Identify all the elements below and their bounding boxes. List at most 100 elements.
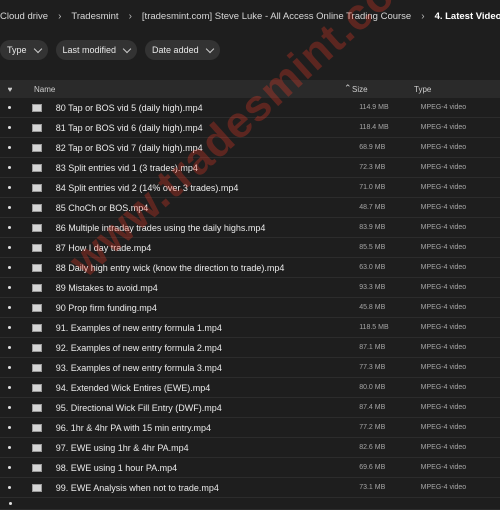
file-type: MPEG-4 video xyxy=(420,464,467,471)
video-file-icon xyxy=(31,283,42,292)
breadcrumb-tradesmint[interactable]: Tradesmint xyxy=(71,11,118,22)
file-name[interactable]: 84 Split entries vid 2 (14% over 3 trade… xyxy=(56,183,359,193)
table-row[interactable]: 82 Tap or BOS vid 7 (daily high).mp4 68.9… xyxy=(0,138,500,158)
table-row[interactable]: 98. EWE using 1 hour PA.mp4 69.6 MB MPEG-4… xyxy=(0,458,500,478)
table-row[interactable]: 92. Examples of new entry formula 2.mp4 8… xyxy=(0,338,500,358)
file-name[interactable]: 81 Tap or BOS vid 6 (daily high).mp4 xyxy=(56,123,359,133)
file-name[interactable]: 99. EWE Analysis when not to trade.mp4 xyxy=(56,483,359,493)
row-select-dot[interactable] xyxy=(0,206,20,209)
filter-date-added-button[interactable]: Date added xyxy=(145,40,220,60)
label-column-icon[interactable]: ♥ xyxy=(0,85,20,94)
file-size: 114.9 MB xyxy=(359,104,389,111)
table-row[interactable]: 93. Examples of new entry formula 3.mp4 7… xyxy=(0,358,500,378)
file-size: 48.7 MB xyxy=(359,204,386,211)
file-type: MPEG-4 video xyxy=(420,444,467,451)
row-select-dot[interactable] xyxy=(0,126,20,129)
file-name[interactable]: 90 Prop firm funding.mp4 xyxy=(56,303,359,313)
file-name[interactable]: 95. Directional Wick Fill Entry (DWF).mp… xyxy=(56,403,359,413)
file-table: ♥ Name ⌃ Size Type 80 Tap or BOS vid 5 (… xyxy=(0,80,500,510)
table-row[interactable]: 88 Daily high entry wick (know the direc… xyxy=(0,258,500,278)
row-select-dot[interactable] xyxy=(0,426,20,429)
column-header-type[interactable]: Type xyxy=(414,85,500,94)
filter-type-label: Type xyxy=(7,45,27,55)
file-type: MPEG-4 video xyxy=(420,424,467,431)
file-name[interactable]: 83 Split entries vid 1 (3 trades).mp4 xyxy=(56,163,359,173)
row-select-dot[interactable] xyxy=(0,226,20,229)
filter-last-modified-label: Last modified xyxy=(62,45,117,55)
row-select-dot[interactable] xyxy=(0,286,20,289)
column-header-size[interactable]: Size xyxy=(352,85,414,94)
row-select-dot[interactable] xyxy=(0,106,20,109)
file-size: 72.3 MB xyxy=(359,164,386,171)
row-select-dot[interactable] xyxy=(0,406,20,409)
file-name[interactable]: 89 Mistakes to avoid.mp4 xyxy=(56,283,359,293)
filter-last-modified-button[interactable]: Last modified xyxy=(55,40,138,60)
video-file-icon xyxy=(31,143,42,152)
video-file-icon xyxy=(31,443,42,452)
row-select-dot[interactable] xyxy=(0,346,20,349)
table-row[interactable]: 94. Extended Wick Entires (EWE).mp4 80.0 … xyxy=(0,378,500,398)
file-type: MPEG-4 video xyxy=(420,284,467,291)
file-type: MPEG-4 video xyxy=(420,224,467,231)
file-size: 68.9 MB xyxy=(359,144,386,151)
table-row[interactable]: 86 Multiple intraday trades using the da… xyxy=(0,218,500,238)
filter-type-button[interactable]: Type xyxy=(0,40,48,60)
table-row[interactable]: 87 How I day trade.mp4 85.5 MB MPEG-4 vide… xyxy=(0,238,500,258)
chevron-down-icon xyxy=(33,44,42,53)
row-select-dot[interactable] xyxy=(0,166,20,169)
row-select-dot[interactable] xyxy=(0,366,20,369)
file-type: MPEG-4 video xyxy=(420,344,467,351)
row-select-dot[interactable] xyxy=(0,246,20,249)
column-header-name[interactable]: Name xyxy=(34,85,352,94)
row-select-dot[interactable] xyxy=(0,386,20,389)
file-name[interactable]: 82 Tap or BOS vid 7 (daily high).mp4 xyxy=(56,143,359,153)
file-type: MPEG-4 video xyxy=(420,144,467,151)
file-name[interactable]: 98. EWE using 1 hour PA.mp4 xyxy=(56,463,359,473)
table-row[interactable]: 89 Mistakes to avoid.mp4 93.3 MB MPEG-4 vi… xyxy=(0,278,500,298)
row-select-dot[interactable] xyxy=(0,466,20,469)
table-row[interactable]: 99. EWE Analysis when not to trade.mp4 73… xyxy=(0,478,500,498)
breadcrumb-course-folder[interactable]: [tradesmint.com] Steve Luke - All Access… xyxy=(142,11,411,22)
file-name[interactable]: 85 ChoCh or BOS.mp4 xyxy=(56,203,359,213)
file-size: 118.5 MB xyxy=(359,324,389,331)
row-select-dot[interactable] xyxy=(0,186,20,189)
table-row[interactable]: 97. EWE using 1hr & 4hr PA.mp4 82.6 MB MPE… xyxy=(0,438,500,458)
file-size: 83.9 MB xyxy=(359,224,386,231)
table-row[interactable]: 81 Tap or BOS vid 6 (daily high).mp4 118.… xyxy=(0,118,500,138)
row-select-dot[interactable] xyxy=(0,306,20,309)
row-select-dot[interactable] xyxy=(0,502,20,505)
row-select-dot[interactable] xyxy=(0,146,20,149)
row-select-dot[interactable] xyxy=(0,446,20,449)
breadcrumb-cloud-drive[interactable]: Cloud drive xyxy=(0,11,48,22)
table-row[interactable]: 90 Prop firm funding.mp4 45.8 MB MPEG-4 vi… xyxy=(0,298,500,318)
file-size: 80.0 MB xyxy=(359,384,386,391)
table-row[interactable]: 95. Directional Wick Fill Entry (DWF).mp… xyxy=(0,398,500,418)
video-file-icon xyxy=(31,103,42,112)
table-row[interactable]: 80 Tap or BOS vid 5 (daily high).mp4 114.… xyxy=(0,98,500,118)
table-header: ♥ Name ⌃ Size Type xyxy=(0,80,500,98)
filter-date-added-label: Date added xyxy=(152,45,199,55)
file-name[interactable]: 91. Examples of new entry formula 1.mp4 xyxy=(56,323,359,333)
file-name[interactable]: 96. 1hr & 4hr PA with 15 min entry.mp4 xyxy=(56,423,359,433)
file-name[interactable]: 87 How I day trade.mp4 xyxy=(56,243,359,253)
file-name[interactable]: 92. Examples of new entry formula 2.mp4 xyxy=(56,343,359,353)
video-file-icon xyxy=(31,403,42,412)
sort-arrow-up-icon[interactable]: ⌃ xyxy=(344,83,352,94)
table-row[interactable]: 91. Examples of new entry formula 1.mp4 1… xyxy=(0,318,500,338)
row-select-dot[interactable] xyxy=(0,266,20,269)
video-file-icon xyxy=(31,483,42,492)
file-name[interactable]: 86 Multiple intraday trades using the da… xyxy=(56,223,359,233)
table-row[interactable]: 96. 1hr & 4hr PA with 15 min entry.mp4 77… xyxy=(0,418,500,438)
row-select-dot[interactable] xyxy=(0,486,20,489)
table-row[interactable]: 83 Split entries vid 1 (3 trades).mp4 72.… xyxy=(0,158,500,178)
breadcrumb: Cloud drive › Tradesmint › [tradesmint.c… xyxy=(0,0,500,32)
table-row[interactable]: 84 Split entries vid 2 (14% over 3 trade… xyxy=(0,178,500,198)
file-name[interactable]: 93. Examples of new entry formula 3.mp4 xyxy=(56,363,359,373)
file-name[interactable]: 94. Extended Wick Entires (EWE).mp4 xyxy=(56,383,359,393)
file-name[interactable]: 80 Tap or BOS vid 5 (daily high).mp4 xyxy=(56,103,359,113)
file-name[interactable]: 97. EWE using 1hr & 4hr PA.mp4 xyxy=(56,443,359,453)
video-file-icon xyxy=(31,343,42,352)
row-select-dot[interactable] xyxy=(0,326,20,329)
table-row[interactable]: 85 ChoCh or BOS.mp4 48.7 MB MPEG-4 video xyxy=(0,198,500,218)
file-name[interactable]: 88 Daily high entry wick (know the direc… xyxy=(56,263,359,273)
